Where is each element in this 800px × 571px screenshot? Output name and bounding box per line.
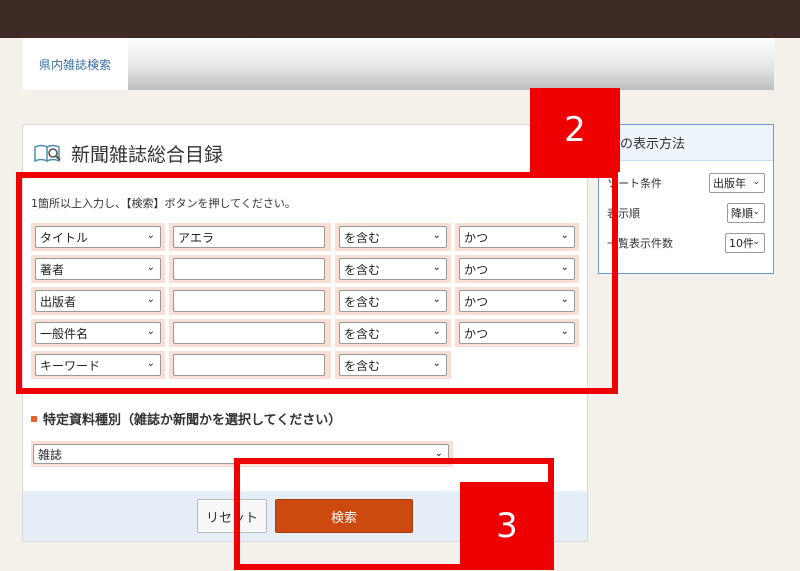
bullet-square-icon: [31, 415, 37, 422]
book-search-icon: [34, 144, 61, 163]
sort-select[interactable]: 出版年 ⌄: [709, 173, 765, 193]
annotation-label-3: 3: [460, 482, 554, 570]
chevron-down-icon: ⌄: [752, 237, 760, 247]
annotation-label-2: 2: [530, 88, 620, 172]
count-select[interactable]: 10件 ⌄: [725, 233, 765, 253]
tab-prefecture-magazine-search[interactable]: 県内雑誌検索: [22, 38, 128, 90]
page-title-text: 新聞雑誌総合目録: [71, 143, 224, 166]
tab-bar: 県内雑誌検索: [22, 38, 774, 90]
chevron-down-icon: ⌄: [752, 207, 760, 217]
highlight-box-2: [16, 172, 618, 394]
order-select[interactable]: 降順 ⌄: [727, 203, 765, 223]
options-title: 果の表示方法: [599, 125, 773, 161]
material-type-heading: 特定資料種別（雑誌か新聞かを選択してください）: [31, 409, 341, 428]
page-title: 新聞雑誌総合目録: [33, 139, 223, 167]
chevron-down-icon: ⌄: [752, 177, 760, 187]
top-header-bar: [0, 0, 800, 38]
result-display-options: 果の表示方法 ソート条件 出版年 ⌄ 表示順 降順 ⌄ 一覧表示件数 10件 ⌄: [598, 124, 774, 274]
